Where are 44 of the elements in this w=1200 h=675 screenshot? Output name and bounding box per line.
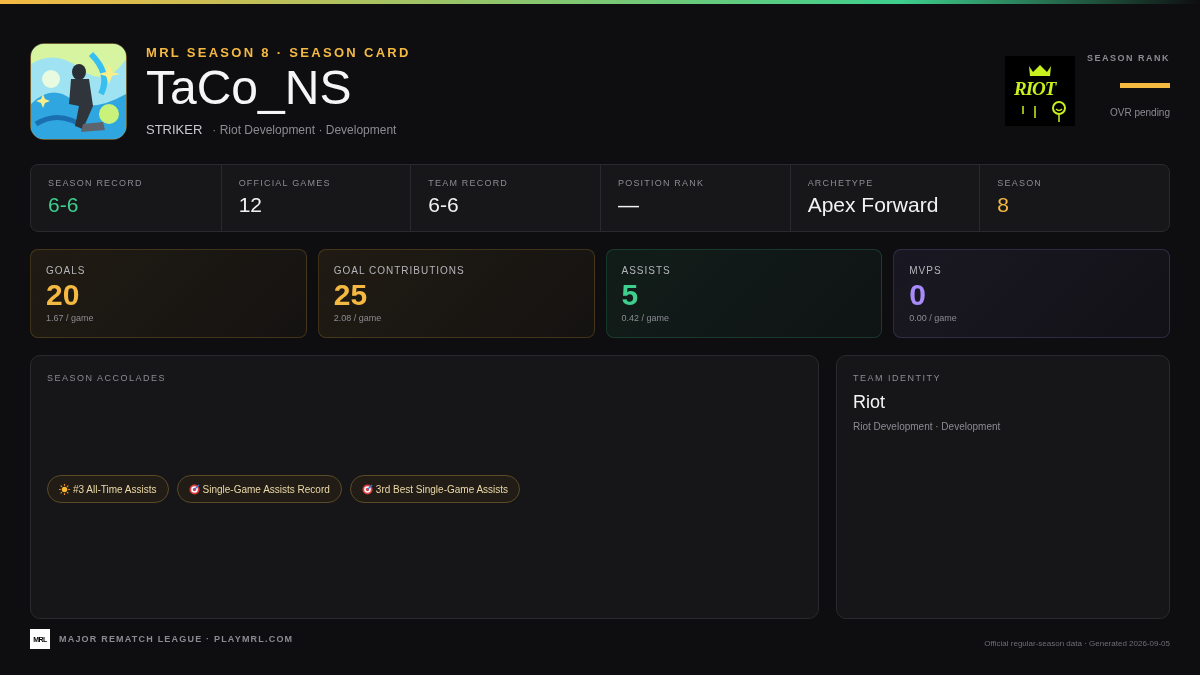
stat-value: 8 — [997, 193, 1010, 217]
panel-title: TEAM IDENTITY — [853, 373, 942, 383]
stat-value: 20 — [46, 279, 81, 311]
panel-title: SEASON ACCOLADES — [47, 373, 168, 383]
rank-label: SEASON RANK — [1087, 53, 1170, 63]
accolade-badge: 3rd Best Single-Game Assists — [349, 475, 521, 503]
stat-label: ASSISTS — [621, 265, 672, 276]
stat-label: GOAL CONTRIBUTIONS — [333, 265, 466, 276]
stat-value: 0 — [909, 279, 927, 311]
rank-value: — — [1120, 63, 1170, 101]
stat-label: SEASON — [997, 178, 1044, 188]
target-icon — [188, 483, 200, 495]
stat-label: POSITION RANK — [618, 178, 706, 188]
stat-label: OFFICIAL GAMES — [238, 178, 332, 188]
league-name: MAJOR REMATCH LEAGUE · PLAYMRL.COM — [59, 634, 294, 644]
stat-value: 5 — [621, 279, 640, 311]
stat-rate: 1.67 / game — [46, 313, 95, 323]
stat-value: 6-6 — [48, 193, 80, 217]
player-name: TaCo_NS — [146, 64, 353, 112]
stat-label: GOALS — [46, 265, 87, 276]
stat-rate: 2.08 / game — [333, 313, 383, 323]
team-line: · Riot Development · Development — [212, 123, 397, 137]
team-logo: RIOT — [1005, 56, 1075, 126]
stat-value: — — [618, 193, 640, 217]
team-detail: Riot Development · Development — [853, 421, 1002, 432]
position-label: STRIKER — [146, 122, 203, 137]
season-heading: MRL SEASON 8 · SEASON CARD — [146, 45, 411, 60]
target-icon — [361, 483, 373, 495]
sun-icon — [59, 483, 70, 495]
rank-note: OVR pending — [1109, 107, 1170, 118]
stat-label: TEAM RECORD — [428, 178, 510, 188]
footer-note: Official regular-season data · Generated 2026-09-05 — [984, 639, 1170, 648]
stat-value: 6-6 — [428, 193, 460, 217]
stat-value: 25 — [333, 279, 369, 311]
stat-rate: 0.00 / game — [909, 313, 958, 323]
team-name: Riot — [853, 392, 886, 413]
stat-label: ARCHETYPE — [807, 178, 875, 188]
stat-rate: 0.42 / game — [621, 313, 671, 323]
stat-value: Apex Forward — [807, 193, 940, 217]
stat-label: MVPS — [909, 265, 943, 276]
stat-value: 12 — [238, 193, 263, 217]
accolade-badge: #3 All-Time Assists — [47, 475, 169, 503]
accolade-badge: Single-Game Assists Record — [176, 475, 342, 503]
stat-label: SEASON RECORD — [48, 178, 144, 188]
